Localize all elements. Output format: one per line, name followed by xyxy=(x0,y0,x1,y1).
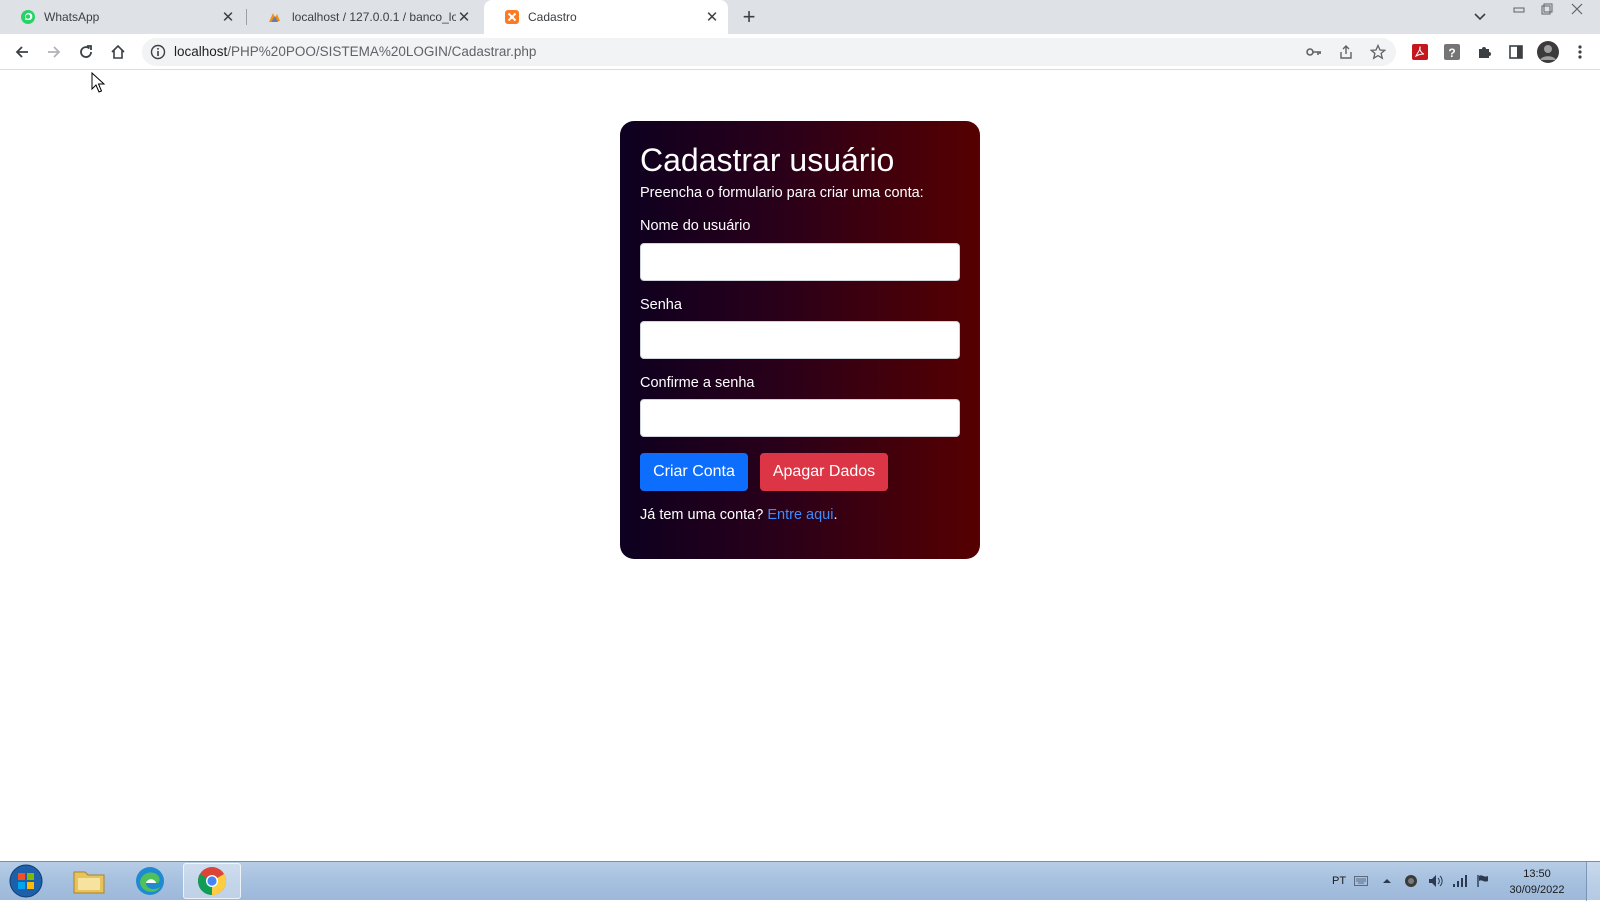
reload-icon xyxy=(80,45,92,58)
url-text: localhost/PHP%20POO/SISTEMA%20LOGIN/Cada… xyxy=(174,44,536,59)
more-vert-icon xyxy=(1578,45,1582,59)
forward-button[interactable] xyxy=(42,40,66,64)
svg-text:?: ? xyxy=(1448,46,1455,60)
close-tab-icon[interactable]: ✕ xyxy=(704,9,720,26)
username-label: Nome do usuário xyxy=(640,218,751,234)
clock[interactable]: 13:50 30/09/2022 xyxy=(1506,866,1568,898)
restore-icon xyxy=(1541,3,1553,15)
windows-logo-icon xyxy=(9,864,43,898)
close-tab-icon[interactable]: ✕ xyxy=(220,9,236,26)
close-window-button[interactable] xyxy=(1564,0,1590,18)
tab-title: WhatsApp xyxy=(44,10,100,24)
tab-divider xyxy=(246,9,247,25)
question-icon: ? xyxy=(1444,44,1460,60)
login-prompt-suffix: . xyxy=(833,507,838,523)
username-input[interactable] xyxy=(640,243,960,281)
taskbar-chrome[interactable] xyxy=(183,863,241,899)
confirm-password-input[interactable] xyxy=(640,399,960,437)
back-button[interactable] xyxy=(10,40,34,64)
tab-search-button[interactable] xyxy=(1470,8,1490,26)
chevron-down-icon xyxy=(1474,13,1486,21)
minimize-icon xyxy=(1513,7,1525,13)
volume-icon[interactable] xyxy=(1428,874,1444,888)
arrow-left-icon xyxy=(15,46,28,58)
confirm-password-label: Confirme a senha xyxy=(640,375,755,391)
login-prompt-text: Já tem uma conta? xyxy=(640,507,764,523)
create-account-button[interactable]: Criar Conta xyxy=(640,453,748,491)
page-title: Cadastrar usuário xyxy=(640,142,895,178)
home-icon xyxy=(111,44,125,59)
puzzle-icon xyxy=(1479,47,1491,58)
taskbar: PT 13:50 30/09/2022 xyxy=(0,861,1600,901)
xampp-icon xyxy=(505,10,519,24)
tab-title: localhost / 127.0.0.1 / banco_login xyxy=(292,10,456,24)
tab-phpmyadmin[interactable]: localhost / 127.0.0.1 / banco_login ✕ xyxy=(248,0,480,34)
password-input[interactable] xyxy=(640,321,960,359)
url-host: localhost xyxy=(174,44,228,59)
tab-title: Cadastro xyxy=(528,10,577,24)
help-extension-button[interactable]: ? xyxy=(1440,40,1464,64)
tab-cadastro[interactable]: Cadastro ✕ xyxy=(484,0,728,34)
tab-whatsapp[interactable]: WhatsApp ✕ xyxy=(0,0,244,34)
acrobat-extension-button[interactable] xyxy=(1408,40,1432,64)
clock-time: 13:50 xyxy=(1523,868,1551,880)
form-subtitle: Preencha o formulario para criar uma con… xyxy=(640,185,924,201)
clock-date: 30/09/2022 xyxy=(1509,884,1565,896)
new-tab-button[interactable]: + xyxy=(738,4,760,29)
show-desktop-button[interactable] xyxy=(1586,862,1600,901)
restore-button[interactable] xyxy=(1534,0,1560,18)
minimize-button[interactable] xyxy=(1506,0,1532,18)
profile-button[interactable] xyxy=(1536,40,1560,64)
clear-data-button[interactable]: Apagar Dados xyxy=(760,453,888,491)
chevron-up-icon[interactable] xyxy=(1382,877,1392,885)
share-icon[interactable] xyxy=(1338,44,1354,60)
menu-button[interactable] xyxy=(1568,40,1592,64)
phpmyadmin-icon xyxy=(269,13,280,22)
folder-icon xyxy=(73,871,105,894)
side-panel-icon xyxy=(1509,45,1523,59)
avatar xyxy=(1537,41,1559,63)
reload-button[interactable] xyxy=(74,40,98,64)
login-prompt: Já tem uma conta? Entre aqui. xyxy=(640,507,838,523)
action-center-flag-icon[interactable] xyxy=(1476,874,1490,888)
password-label: Senha xyxy=(640,297,682,313)
chrome-icon xyxy=(198,867,226,895)
browser-toolbar: localhost/PHP%20POO/SISTEMA%20LOGIN/Cada… xyxy=(0,34,1600,70)
tab-strip: WhatsApp ✕ localhost / 127.0.0.1 / banco… xyxy=(0,0,1600,34)
taskbar-file-explorer[interactable] xyxy=(60,863,118,899)
star-icon[interactable] xyxy=(1370,44,1386,60)
home-button[interactable] xyxy=(106,40,130,64)
taskbar-edge[interactable] xyxy=(121,863,179,899)
info-icon[interactable] xyxy=(150,44,166,60)
key-icon[interactable] xyxy=(1306,45,1322,59)
record-icon[interactable] xyxy=(1404,874,1418,888)
edge-icon xyxy=(136,867,164,895)
register-card: Cadastrar usuário Preencha o formulario … xyxy=(620,121,980,559)
whatsapp-icon xyxy=(21,10,35,24)
acrobat-icon xyxy=(1412,44,1428,60)
network-icon[interactable] xyxy=(1452,874,1468,888)
language-indicator[interactable]: PT xyxy=(1332,862,1346,900)
url-path: /PHP%20POO/SISTEMA%20LOGIN/Cadastrar.php xyxy=(227,44,537,59)
address-bar[interactable]: localhost/PHP%20POO/SISTEMA%20LOGIN/Cada… xyxy=(142,38,1396,66)
keyboard-icon[interactable] xyxy=(1354,876,1368,886)
extensions-button[interactable] xyxy=(1472,40,1496,64)
close-icon xyxy=(1571,3,1583,15)
close-tab-icon[interactable]: ✕ xyxy=(456,9,472,26)
side-panel-button[interactable] xyxy=(1504,40,1528,64)
login-link[interactable]: Entre aqui xyxy=(767,507,833,523)
start-button[interactable] xyxy=(6,863,46,899)
mouse-cursor-icon xyxy=(91,72,105,93)
arrow-right-icon xyxy=(48,46,61,58)
